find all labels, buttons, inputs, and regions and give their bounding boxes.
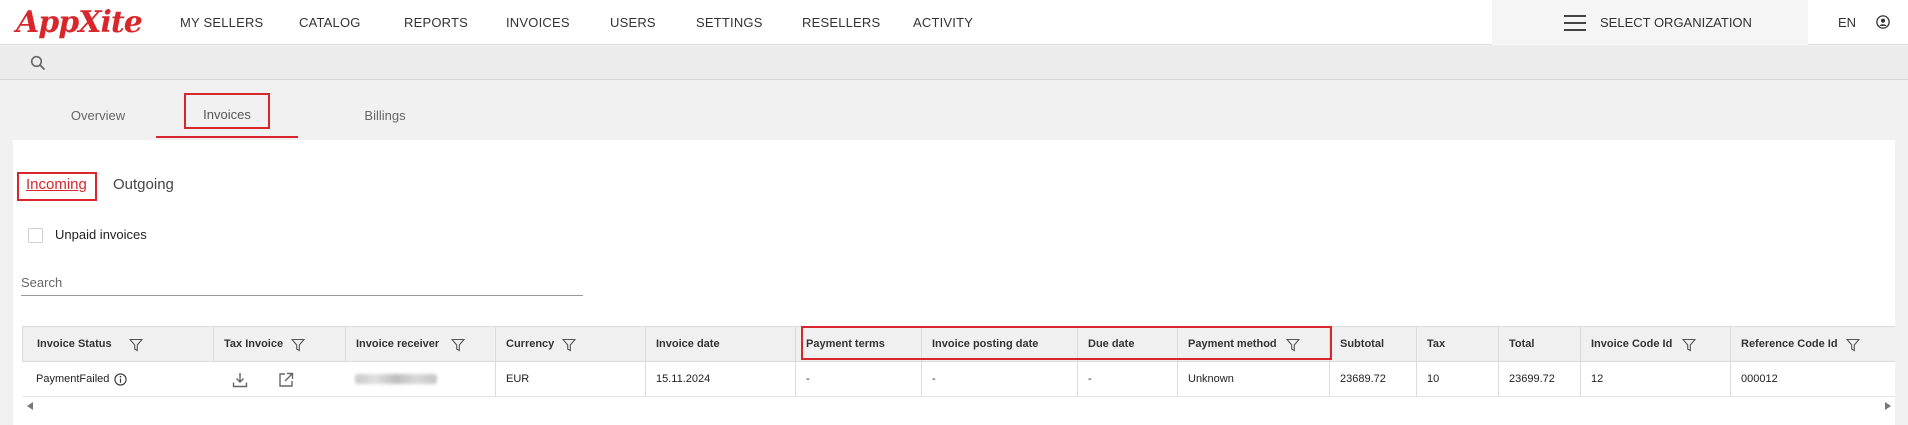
nav-invoices[interactable]: INVOICES: [506, 15, 570, 30]
unpaid-invoices-checkbox[interactable]: [28, 228, 43, 243]
status-text: PaymentFailed: [36, 373, 110, 385]
cell-payment-method: Unknown: [1177, 362, 1329, 396]
cell-tax-invoice: [213, 362, 345, 396]
col-label: Currency: [506, 338, 555, 350]
top-navigation-bar: AppXite MY SELLERS CATALOG REPORTS INVOI…: [0, 0, 1908, 45]
col-reference-code-id[interactable]: Reference Code Id: [1730, 327, 1895, 361]
nav-reports[interactable]: REPORTS: [404, 15, 468, 30]
filter-icon[interactable]: [1846, 338, 1860, 352]
nav-my-sellers[interactable]: MY SELLERS: [180, 15, 263, 30]
col-subtotal[interactable]: Subtotal: [1329, 327, 1416, 361]
filter-icon[interactable]: [129, 338, 143, 352]
cell-currency: EUR: [495, 362, 645, 396]
logo-text: AppXite: [16, 4, 143, 40]
tab-overview[interactable]: Overview: [28, 92, 168, 138]
user-account-icon[interactable]: [1876, 15, 1890, 29]
filter-icon[interactable]: [1682, 338, 1696, 352]
filter-icon[interactable]: [451, 338, 465, 352]
col-invoice-date[interactable]: Invoice date: [645, 327, 795, 361]
highlight-box-incoming: [17, 172, 97, 201]
nav-users[interactable]: USERS: [610, 15, 656, 30]
cell-total: 23699.72: [1498, 362, 1580, 396]
download-icon[interactable]: [231, 371, 249, 389]
main-tabs: Overview Invoices Billings: [14, 92, 1894, 138]
language-selector[interactable]: EN: [1838, 15, 1856, 30]
open-external-icon[interactable]: [277, 371, 295, 389]
hamburger-menu-icon: [1564, 15, 1586, 31]
cell-subtotal: 23689.72: [1329, 362, 1416, 396]
invoices-table: Invoice Status Tax Invoice Invoice recei…: [22, 326, 1895, 398]
col-label: Tax Invoice: [224, 338, 284, 350]
unpaid-invoices-label: Unpaid invoices: [55, 227, 147, 242]
col-total[interactable]: Total: [1498, 327, 1580, 361]
cell-posting-date: -: [921, 362, 1077, 396]
col-label: Reference Code Id: [1741, 338, 1838, 350]
cell-invoice-receiver: [345, 362, 495, 396]
filter-icon[interactable]: [291, 338, 305, 352]
table-row[interactable]: PaymentFailed EUR 15.11.2024 - - - Unkno…: [22, 362, 1895, 397]
info-icon[interactable]: [114, 372, 128, 386]
subtab-outgoing[interactable]: Outgoing: [113, 176, 174, 193]
invoice-search-input[interactable]: [21, 270, 583, 294]
search-icon[interactable]: [30, 55, 46, 71]
col-label: Invoice receiver: [356, 338, 440, 350]
highlight-box-invoices-tab: [184, 93, 270, 129]
cell-invoice-status: PaymentFailed: [22, 362, 213, 396]
col-label: Invoice Status: [37, 338, 112, 350]
scroll-left-arrow-icon[interactable]: [27, 402, 33, 410]
global-search-bar[interactable]: [0, 46, 1908, 80]
col-invoice-status[interactable]: Invoice Status: [22, 327, 213, 361]
col-invoice-receiver[interactable]: Invoice receiver: [345, 327, 495, 361]
col-invoice-code-id[interactable]: Invoice Code Id: [1580, 327, 1730, 361]
nav-settings[interactable]: SETTINGS: [696, 15, 763, 30]
col-tax-invoice[interactable]: Tax Invoice: [213, 327, 345, 361]
cell-payment-terms: -: [795, 362, 921, 396]
highlight-box-payment-columns: [801, 326, 1332, 360]
filter-icon[interactable]: [562, 338, 576, 352]
select-organization-label: SELECT ORGANIZATION: [1600, 15, 1752, 30]
col-label: Invoice Code Id: [1591, 338, 1673, 350]
cell-invoice-date: 15.11.2024: [645, 362, 795, 396]
cell-due-date: -: [1077, 362, 1177, 396]
cell-tax: 10: [1416, 362, 1498, 396]
scroll-right-arrow-icon[interactable]: [1885, 402, 1891, 410]
redacted-receiver-name: [355, 374, 437, 384]
nav-resellers[interactable]: RESELLERS: [802, 15, 880, 30]
col-currency[interactable]: Currency: [495, 327, 645, 361]
cell-invoice-code-id: 12: [1580, 362, 1730, 396]
invoice-search-field[interactable]: [21, 270, 583, 296]
col-tax[interactable]: Tax: [1416, 327, 1498, 361]
select-organization-button[interactable]: SELECT ORGANIZATION: [1492, 0, 1808, 45]
tab-billings[interactable]: Billings: [314, 92, 456, 138]
invoices-panel: Incoming Outgoing Unpaid invoices Invoic…: [13, 140, 1895, 425]
cell-reference-code-id: 000012: [1730, 362, 1895, 396]
appxite-logo[interactable]: AppXite: [16, 4, 143, 40]
nav-catalog[interactable]: CATALOG: [299, 15, 361, 30]
nav-activity[interactable]: ACTIVITY: [913, 15, 973, 30]
